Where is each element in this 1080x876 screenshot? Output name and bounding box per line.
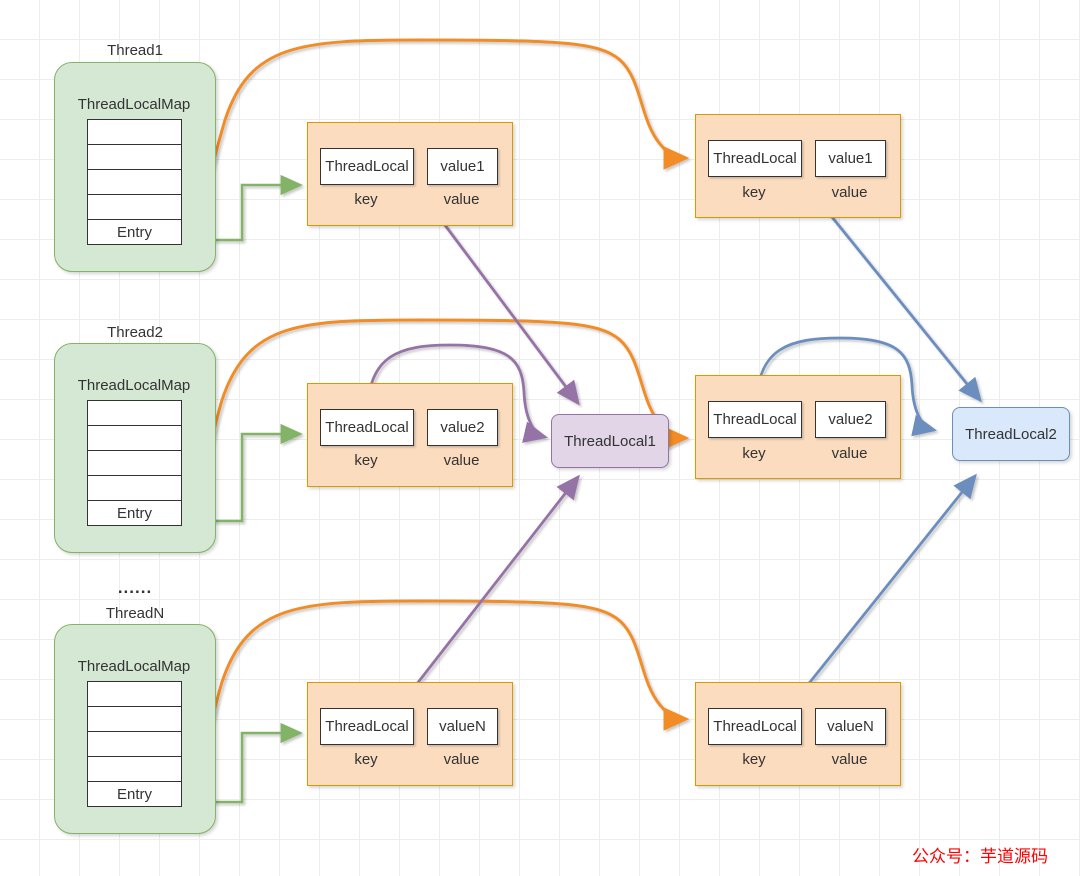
map-row-entry: Entry (87, 781, 182, 807)
threadlocalmap-title-1: ThreadLocalMap (77, 96, 191, 113)
threadlocal2-node: ThreadLocal2 (952, 407, 1070, 461)
thread-ellipsis: ...... (117, 578, 153, 597)
left-entry-key-n: ThreadLocal (320, 708, 414, 745)
right-entry-key-label-n: key (742, 751, 766, 768)
right-entry-value-2: value2 (815, 401, 886, 438)
threadlocalmap-title-n: ThreadLocalMap (77, 658, 191, 675)
left-entry-value-n: valueN (427, 708, 498, 745)
left-entry-key-1: ThreadLocal (320, 148, 414, 185)
threadlocal1-node: ThreadLocal1 (551, 414, 669, 468)
map-row (87, 425, 182, 451)
map-row (87, 169, 182, 195)
right-entry-key-1: ThreadLocal (708, 140, 802, 177)
map-row (87, 400, 182, 426)
left-entry-key-label-2: key (354, 452, 378, 469)
threadlocalmap-title-2: ThreadLocalMap (77, 377, 191, 394)
watermark-text: 公众号：芋道源码 (912, 847, 1048, 867)
map-row (87, 731, 182, 757)
right-entry-key-label-2: key (742, 445, 766, 462)
map-row (87, 144, 182, 170)
threadlocalmap-table-1: Entry (87, 119, 182, 245)
left-entry-value-2: value2 (427, 409, 498, 446)
map-row (87, 119, 182, 145)
purple-connector-from-entryn (393, 474, 580, 713)
map-row (87, 450, 182, 476)
map-row-entry: Entry (87, 219, 182, 245)
blue-connector-from-entryn (784, 473, 977, 713)
thread-label-1: Thread1 (107, 42, 163, 59)
right-entry-value-label-n: value (831, 751, 868, 768)
thread-label-n: ThreadN (105, 605, 165, 622)
left-entry-key-2: ThreadLocal (320, 409, 414, 446)
map-row (87, 475, 182, 501)
threadlocalmap-table-n: Entry (87, 681, 182, 807)
left-entry-key-label-1: key (354, 191, 378, 208)
right-entry-value-label-2: value (831, 445, 868, 462)
diagram-canvas: Thread1 ThreadLocalMap Entry Thread2 Thr… (0, 0, 1080, 876)
left-entry-value-label-2: value (443, 452, 480, 469)
left-entry-key-label-n: key (354, 751, 378, 768)
right-entry-key-label-1: key (742, 184, 766, 201)
right-entry-value-label-1: value (831, 184, 868, 201)
map-row (87, 194, 182, 220)
thread-label-2: Thread2 (107, 324, 163, 341)
map-row-entry: Entry (87, 500, 182, 526)
map-row (87, 706, 182, 732)
left-entry-value-label-n: value (443, 751, 480, 768)
right-entry-value-1: value1 (815, 140, 886, 177)
map-row (87, 681, 182, 707)
right-entry-value-n: valueN (815, 708, 886, 745)
left-entry-value-1: value1 (427, 148, 498, 185)
right-entry-key-2: ThreadLocal (708, 401, 802, 438)
map-row (87, 756, 182, 782)
left-entry-value-label-1: value (443, 191, 480, 208)
threadlocalmap-table-2: Entry (87, 400, 182, 526)
right-entry-key-n: ThreadLocal (708, 708, 802, 745)
